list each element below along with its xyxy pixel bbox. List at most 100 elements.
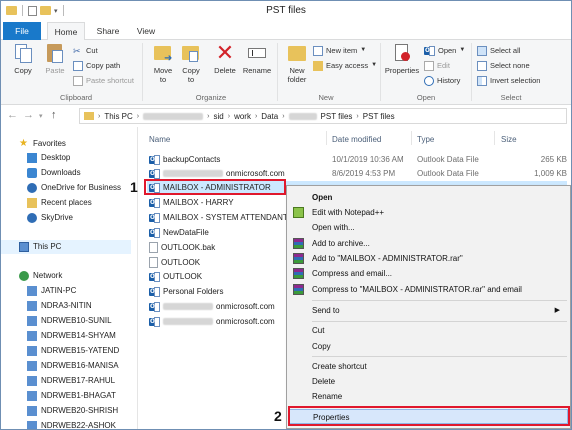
menu-item-add-archive[interactable]: Add to archive... <box>289 236 568 251</box>
menu-item-compress-email[interactable]: Compress and email... <box>289 266 568 281</box>
menu-item-send-to[interactable]: Send to ▶ <box>289 303 568 318</box>
nav-desktop[interactable]: Desktop <box>27 151 70 165</box>
open-button[interactable]: Open ▼ <box>424 43 466 57</box>
tab-home[interactable]: Home <box>47 22 85 41</box>
column-header-name[interactable]: Name <box>149 135 170 144</box>
nav-computer-label: NDRWEB14-SHYAM <box>41 331 116 340</box>
column-header-type[interactable]: Type <box>417 135 434 144</box>
menu-item-edit-notepad[interactable]: Edit with Notepad++ <box>289 205 568 220</box>
paste-button[interactable]: Paste <box>37 42 73 75</box>
breadcrumb-pst-files[interactable]: PST files <box>363 112 395 121</box>
menu-item-open[interactable]: Open <box>289 190 568 205</box>
file-name: NewDataFile <box>163 228 209 237</box>
select-none-button[interactable]: Select none <box>477 59 530 72</box>
invert-selection-icon <box>477 75 487 86</box>
explorer-window: ▾ PST files File Home Share View Copy Pa… <box>0 0 572 430</box>
nav-computer-item[interactable]: NDRWEB20-SHRISH <box>27 404 118 418</box>
breadcrumb-this-pc[interactable]: This PC <box>104 112 132 121</box>
menu-item-label: Copy <box>312 342 331 351</box>
chevron-down-icon: ▼ <box>459 47 466 53</box>
nav-computer-item[interactable]: NDRWEB16-MANISA <box>27 359 119 373</box>
breadcrumb-pst-files-parent[interactable]: PST files <box>321 112 353 121</box>
tab-share[interactable]: Share <box>89 22 127 40</box>
file-name: MAILBOX - HARRY <box>163 198 234 207</box>
nav-downloads[interactable]: Downloads <box>27 166 81 180</box>
easy-access-label: Easy access <box>326 61 369 70</box>
delete-button[interactable]: ✕ Delete <box>207 42 243 76</box>
breadcrumb-work[interactable]: work <box>234 112 251 121</box>
breadcrumb-sid[interactable]: sid <box>213 112 223 121</box>
breadcrumb-separator-icon: › <box>227 112 231 120</box>
title-bar: ▾ PST files <box>1 1 571 22</box>
copy-button[interactable]: Copy <box>5 42 41 75</box>
copy-path-label: Copy path <box>86 61 121 70</box>
select-all-icon <box>477 45 487 56</box>
file-row[interactable]: backupContacts 10/1/2019 10:36 AM Outloo… <box>147 152 567 166</box>
file-date: 10/1/2019 10:36 AM <box>332 155 404 164</box>
nav-computer-item[interactable]: NDRWEB22-ASHOK <box>27 419 116 429</box>
nav-network[interactable]: Network <box>19 269 62 283</box>
nav-skydrive-label: SkyDrive <box>41 213 74 222</box>
paste-shortcut-button[interactable]: Paste shortcut <box>73 74 134 87</box>
recent-locations-chevron-icon[interactable]: ▾ <box>39 112 43 120</box>
copy-icon <box>12 42 34 64</box>
column-header-size[interactable]: Size <box>501 135 517 144</box>
menu-item-create-shortcut[interactable]: Create shortcut <box>289 359 568 374</box>
outlook-file-icon <box>149 225 160 238</box>
outlook-file-icon <box>149 314 160 327</box>
cloud-icon <box>27 213 37 223</box>
nav-recent-places[interactable]: Recent places <box>27 196 92 210</box>
highlight-box-selected-file <box>144 179 286 195</box>
menu-item-cut[interactable]: Cut <box>289 323 568 338</box>
edit-button[interactable]: Edit <box>424 59 450 72</box>
menu-item-delete[interactable]: Delete <box>289 374 568 389</box>
select-all-button[interactable]: Select all <box>477 44 520 57</box>
file-type: Outlook Data File <box>417 155 479 164</box>
nav-skydrive[interactable]: SkyDrive <box>27 211 73 225</box>
new-folder-button[interactable]: New folder <box>279 42 315 84</box>
easy-access-button[interactable]: Easy access ▼ <box>313 59 377 72</box>
up-arrow-icon[interactable]: ↑ <box>51 109 57 121</box>
history-label: History <box>437 76 461 85</box>
nav-computer-item[interactable]: NDRWEB10-SUNIL <box>27 314 112 328</box>
nav-onedrive[interactable]: OneDrive for Business <box>27 181 121 195</box>
nav-favorites[interactable]: ★ Favorites <box>19 137 66 151</box>
winrar-icon <box>293 253 304 264</box>
menu-item-rename[interactable]: Rename <box>289 389 568 404</box>
tab-file[interactable]: File <box>3 22 41 40</box>
rename-button[interactable]: Rename <box>239 42 275 75</box>
breadcrumb-data[interactable]: Data <box>261 112 278 121</box>
nav-this-pc[interactable]: This PC <box>1 240 131 254</box>
divider <box>326 131 327 145</box>
history-button[interactable]: History <box>424 74 460 87</box>
nav-computer-item[interactable]: NDRWEB15-YATEND <box>27 344 119 358</box>
menu-item-add-rar[interactable]: Add to "MAILBOX - ADMINISTRATOR.rar" <box>289 251 568 266</box>
menu-item-copy[interactable]: Copy <box>289 339 568 354</box>
copy-path-button[interactable]: Copy path <box>73 59 120 72</box>
back-arrow-icon[interactable]: ← <box>7 109 18 121</box>
column-header-date[interactable]: Date modified <box>332 135 381 144</box>
menu-item-open-with[interactable]: Open with... <box>289 220 568 235</box>
invert-selection-button[interactable]: Invert selection <box>477 74 540 87</box>
forward-arrow-icon[interactable]: → <box>23 109 34 121</box>
nav-computer-item[interactable]: NDRWEB1-BHAGAT <box>27 389 116 403</box>
nav-computer-item[interactable]: NDRWEB14-SHYAM <box>27 329 116 343</box>
divider <box>471 43 472 101</box>
nav-computer-item[interactable]: NDRA3-NITIN <box>27 299 92 313</box>
properties-button[interactable]: Properties <box>382 42 422 75</box>
organize-group-label: Organize <box>195 93 227 102</box>
cut-button[interactable]: ✂ Cut <box>73 44 98 57</box>
address-box[interactable]: › This PC › › sid › work › Data › PST fi… <box>79 108 567 124</box>
nav-computer-item[interactable]: NDRWEB17-RAHUL <box>27 374 115 388</box>
select-none-icon <box>477 60 487 71</box>
nav-computer-item[interactable]: JATIN-PC <box>27 284 76 298</box>
menu-item-compress-rar-email[interactable]: Compress to "MAILBOX - ADMINISTRATOR.rar… <box>289 282 568 297</box>
tab-view[interactable]: View <box>129 22 163 40</box>
copy-to-button[interactable]: Copy to <box>173 42 209 84</box>
menu-item-label: Delete <box>312 377 336 386</box>
new-item-button[interactable]: New item ▼ <box>313 44 366 57</box>
divider <box>312 356 567 357</box>
menu-item-label: Create shortcut <box>312 362 367 371</box>
nav-downloads-label: Downloads <box>41 168 81 177</box>
breadcrumb-separator-icon: › <box>254 112 258 120</box>
